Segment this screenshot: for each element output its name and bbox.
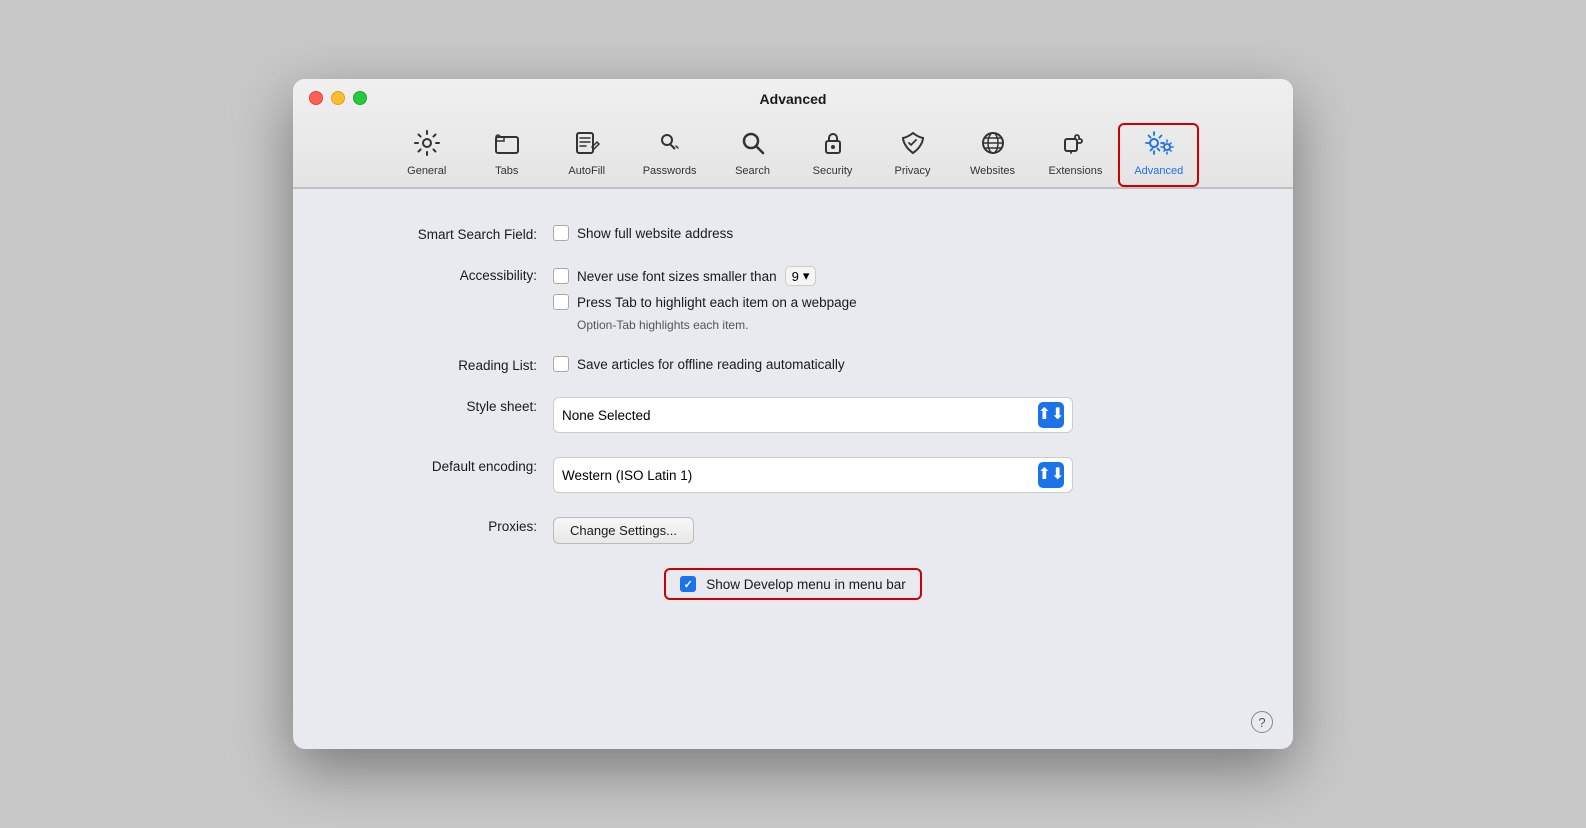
tab-websites[interactable]: Websites [953, 123, 1033, 187]
tabs-icon [493, 129, 521, 161]
tab-general[interactable]: General [387, 123, 467, 187]
smart-search-label: Smart Search Field: [333, 225, 553, 242]
stylesheet-control: None Selected ⬆⬇ [553, 397, 1073, 433]
develop-menu-container: Show Develop menu in menu bar [664, 568, 922, 600]
websites-icon [979, 129, 1007, 161]
autofill-icon [573, 129, 601, 161]
tab-general-label: General [407, 165, 446, 177]
titlebar: Advanced General [293, 79, 1293, 188]
close-button[interactable] [309, 91, 323, 105]
never-use-font-text: Never use font sizes smaller than [577, 269, 777, 284]
window-title: Advanced [760, 91, 827, 107]
tab-privacy-label: Privacy [894, 165, 930, 177]
font-size-picker[interactable]: 9 ▾ [785, 266, 817, 286]
tab-advanced-label: Advanced [1134, 165, 1183, 177]
help-button[interactable]: ? [1251, 711, 1273, 733]
show-full-address-text: Show full website address [577, 226, 733, 241]
accessibility-label: Accessibility: [333, 266, 553, 283]
proxies-control: Change Settings... [553, 517, 694, 544]
tab-extensions-label: Extensions [1049, 165, 1103, 177]
tab-passwords[interactable]: Passwords [627, 123, 713, 187]
show-full-address-checkbox[interactable] [553, 225, 569, 241]
minimize-button[interactable] [331, 91, 345, 105]
save-articles-text: Save articles for offline reading automa… [577, 357, 845, 372]
encoding-value: Western (ISO Latin 1) [562, 468, 1030, 483]
save-articles-row: Save articles for offline reading automa… [553, 356, 845, 372]
content-area: Smart Search Field: Show full website ad… [293, 189, 1293, 749]
gear-icon [413, 129, 441, 161]
security-icon [819, 129, 847, 161]
encoding-control: Western (ISO Latin 1) ⬆⬇ [553, 457, 1073, 493]
toolbar: General Tabs [309, 115, 1277, 187]
encoding-dropdown[interactable]: Western (ISO Latin 1) ⬆⬇ [553, 457, 1073, 493]
proxies-row: Proxies: Change Settings... [333, 517, 1253, 544]
font-size-row: Never use font sizes smaller than 9 ▾ [553, 266, 857, 286]
develop-menu-checkbox[interactable] [680, 576, 696, 592]
stylesheet-row: Style sheet: None Selected ⬆⬇ [333, 397, 1253, 433]
tab-websites-label: Websites [970, 165, 1015, 177]
stylesheet-dropdown[interactable]: None Selected ⬆⬇ [553, 397, 1073, 433]
search-icon [739, 129, 767, 161]
tab-security[interactable]: Security [793, 123, 873, 187]
option-tab-hint: Option-Tab highlights each item. [553, 318, 857, 332]
encoding-label: Default encoding: [333, 457, 553, 474]
encoding-chevron-icon: ⬆⬇ [1038, 467, 1065, 483]
encoding-dropdown-btn[interactable]: ⬆⬇ [1038, 462, 1064, 488]
tab-extensions[interactable]: Extensions [1033, 123, 1119, 187]
font-size-chevron: ▾ [803, 268, 810, 284]
smart-search-control-row: Show full website address [553, 225, 733, 241]
reading-list-row: Reading List: Save articles for offline … [333, 356, 1253, 373]
passwords-icon [656, 129, 684, 161]
develop-menu-row: Show Develop menu in menu bar [333, 568, 1253, 600]
encoding-row: Default encoding: Western (ISO Latin 1) … [333, 457, 1253, 493]
tab-search-label: Search [735, 165, 770, 177]
smart-search-row: Smart Search Field: Show full website ad… [333, 225, 1253, 242]
tab-security-label: Security [813, 165, 853, 177]
accessibility-control: Never use font sizes smaller than 9 ▾ Pr… [553, 266, 857, 332]
extensions-icon [1061, 129, 1089, 161]
privacy-icon [899, 129, 927, 161]
smart-search-control: Show full website address [553, 225, 733, 241]
accessibility-row: Accessibility: Never use font sizes smal… [333, 266, 1253, 332]
stylesheet-value: None Selected [562, 408, 1030, 423]
reading-list-control: Save articles for offline reading automa… [553, 356, 845, 372]
settings-content: Smart Search Field: Show full website ad… [293, 189, 1293, 636]
never-use-font-checkbox[interactable] [553, 268, 569, 284]
tab-tabs[interactable]: Tabs [467, 123, 547, 187]
press-tab-row: Press Tab to highlight each item on a we… [553, 294, 857, 310]
tab-passwords-label: Passwords [643, 165, 697, 177]
develop-menu-text: Show Develop menu in menu bar [706, 577, 906, 592]
dropdown-chevron-icon: ⬆⬇ [1038, 407, 1065, 423]
proxies-label: Proxies: [333, 517, 553, 534]
tab-advanced[interactable]: Advanced [1118, 123, 1199, 187]
font-size-value: 9 [792, 269, 799, 284]
save-articles-checkbox[interactable] [553, 356, 569, 372]
tab-autofill[interactable]: AutoFill [547, 123, 627, 187]
reading-list-label: Reading List: [333, 356, 553, 373]
tab-search[interactable]: Search [713, 123, 793, 187]
stylesheet-label: Style sheet: [333, 397, 553, 414]
window: Advanced General [293, 79, 1293, 749]
stylesheet-dropdown-btn[interactable]: ⬆⬇ [1038, 402, 1064, 428]
press-tab-checkbox[interactable] [553, 294, 569, 310]
tab-autofill-label: AutoFill [568, 165, 605, 177]
proxies-change-settings-button[interactable]: Change Settings... [553, 517, 694, 544]
maximize-button[interactable] [353, 91, 367, 105]
press-tab-text: Press Tab to highlight each item on a we… [577, 295, 857, 310]
advanced-icon [1144, 129, 1174, 161]
tab-tabs-label: Tabs [495, 165, 518, 177]
tab-privacy[interactable]: Privacy [873, 123, 953, 187]
